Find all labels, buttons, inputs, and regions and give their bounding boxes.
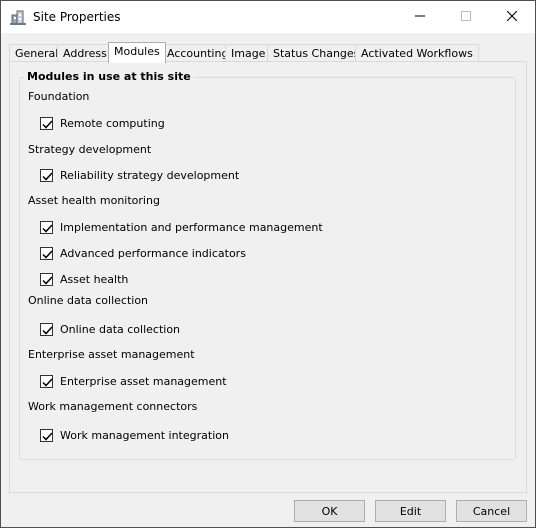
maximize-button[interactable]	[443, 1, 489, 33]
checkmark-icon	[42, 171, 53, 181]
section-title-strategy-development: Strategy development	[28, 143, 152, 156]
site-properties-window: Site Properties General Address Modules …	[0, 0, 536, 528]
checkbox-box[interactable]	[40, 374, 53, 388]
modules-tab-panel: Modules in use at this site Foundation R…	[9, 61, 527, 493]
checkbox-label: Enterprise asset management	[60, 374, 227, 388]
tab-label: Modules	[114, 45, 160, 58]
checkmark-icon	[42, 119, 53, 129]
site-icon	[9, 8, 27, 26]
cancel-button[interactable]: Cancel	[456, 500, 527, 522]
checkbox-work-management-integration[interactable]: Work management integration	[40, 428, 229, 442]
checkbox-advanced-performance-indicators[interactable]: Advanced performance indicators	[40, 246, 246, 260]
close-button[interactable]	[489, 1, 535, 33]
tab-label: Accounting	[167, 47, 229, 60]
checkbox-label: Remote computing	[60, 116, 165, 130]
checkbox-box[interactable]	[40, 168, 53, 182]
checkbox-label: Work management integration	[60, 428, 229, 442]
minimize-icon	[415, 11, 425, 24]
checkbox-box[interactable]	[40, 272, 53, 286]
checkbox-label: Online data collection	[60, 322, 181, 336]
checkmark-icon	[42, 249, 53, 259]
section-title-work-management-connectors: Work management connectors	[28, 400, 198, 413]
tab-label: Address	[63, 47, 107, 60]
checkbox-box[interactable]	[40, 220, 53, 234]
title-bar[interactable]: Site Properties	[1, 1, 535, 33]
checkmark-icon	[42, 325, 53, 335]
checkmark-icon	[42, 431, 53, 441]
tab-label: Image	[231, 47, 266, 60]
section-title-foundation: Foundation	[28, 90, 90, 103]
checkbox-box[interactable]	[40, 246, 53, 260]
checkbox-label: Implementation and performance managemen…	[60, 220, 323, 234]
checkmark-icon	[42, 377, 53, 387]
groupbox-title: Modules in use at this site	[24, 70, 194, 83]
checkbox-reliability-strategy-development[interactable]: Reliability strategy development	[40, 168, 239, 182]
tab-label: Status Changes	[273, 47, 360, 60]
section-title-enterprise-asset-management: Enterprise asset management	[28, 348, 195, 361]
checkbox-label: Reliability strategy development	[60, 168, 240, 182]
checkmark-icon	[42, 223, 53, 233]
window-title: Site Properties	[33, 10, 121, 24]
section-title-asset-health-monitoring: Asset health monitoring	[28, 194, 160, 207]
checkbox-box[interactable]	[40, 116, 53, 130]
edit-button[interactable]: Edit	[375, 500, 446, 522]
maximize-icon	[461, 10, 471, 24]
checkbox-implementation-performance-management[interactable]: Implementation and performance managemen…	[40, 220, 323, 234]
checkbox-enterprise-asset-management[interactable]: Enterprise asset management	[40, 374, 227, 388]
tab-label: Activated Workflows	[361, 47, 473, 60]
modules-groupbox: Modules in use at this site Foundation R…	[19, 70, 516, 460]
tab-modules[interactable]: Modules	[108, 42, 166, 63]
checkbox-label: Asset health	[60, 272, 129, 286]
section-title-online-data-collection: Online data collection	[28, 294, 149, 307]
checkbox-box[interactable]	[40, 322, 53, 336]
checkbox-remote-computing[interactable]: Remote computing	[40, 116, 165, 130]
ok-button[interactable]: OK	[294, 500, 365, 522]
checkbox-asset-health[interactable]: Asset health	[40, 272, 128, 286]
checkmark-icon	[42, 275, 53, 285]
tab-label: General	[15, 47, 59, 60]
checkbox-online-data-collection[interactable]: Online data collection	[40, 322, 180, 336]
checkbox-box[interactable]	[40, 428, 53, 442]
minimize-button[interactable]	[397, 1, 443, 33]
checkbox-label: Advanced performance indicators	[60, 246, 246, 260]
close-icon	[506, 10, 518, 24]
